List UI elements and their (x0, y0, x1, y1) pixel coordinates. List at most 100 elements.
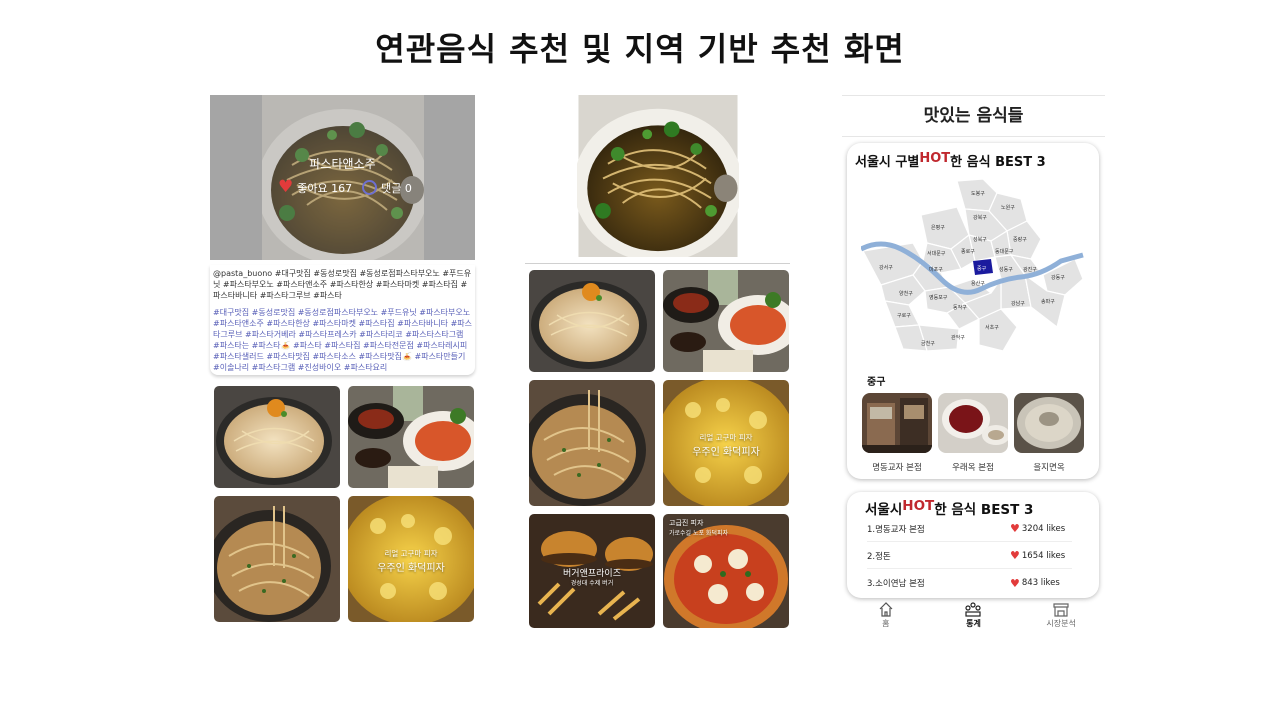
card-title: 서울시 구별 HOT 한 음식 BEST 3 (855, 151, 1046, 170)
seoul-district-map[interactable]: 도봉구 노원구 강북구 은평구 성북구 중랑구 종로구 서대문구 동대문구 마포… (861, 179, 1085, 351)
regional-recommendation-screen: 맛있는 음식들 서울시 구별 HOT 한 음식 BEST 3 도봉구 노원구 강… (842, 95, 1105, 635)
district-best-card: 서울시 구별 HOT 한 음식 BEST 3 도봉구 노원구 강북구 은평구 성… (847, 143, 1099, 479)
hot-label: HOT (919, 151, 951, 166)
heart-icon: ♥ (1010, 522, 1020, 535)
cream-pasta-photo (214, 386, 340, 488)
post-text-card: @pasta_buono #대구맛집 #동성로맛집 #동성로점파스타부오노 #푸… (210, 265, 475, 375)
map-label-yeongdeungpo: 영등포구 (929, 294, 948, 301)
nav-statistics[interactable]: 통계 (933, 601, 1013, 629)
likes-count: 좋아요 167 (297, 181, 353, 195)
post-detail-screen: 파스타앤소주 ♥ 좋아요 167 댓글 0 @pasta_buono #대구맛집… (210, 95, 475, 625)
map-label-mapo: 마포구 (929, 266, 943, 273)
pizza-tagline: 리얼 고구마 피자 (699, 433, 753, 442)
pasta-photo (577, 95, 739, 257)
card-title: 서울시 HOT 한 음식 BEST 3 (865, 498, 1034, 518)
shop-photo (938, 393, 1008, 453)
seoul-best-card: 서울시 HOT 한 음식 BEST 3 1.명동교자 본점 ♥ 3204 like… (847, 492, 1099, 598)
statistics-icon (965, 601, 982, 617)
related-food-tile[interactable] (529, 270, 655, 372)
map-label-gangseo: 강서구 (879, 264, 893, 271)
ranking-row[interactable]: 1.명동교자 본점 ♥ 3204 likes (867, 516, 1072, 542)
related-food-tile[interactable]: 리얼 고구마 피자 우주인 화덕피자 (663, 380, 789, 506)
ranking-row[interactable]: 2.정돈 ♥ 1654 likes (867, 543, 1072, 569)
heart-icon: ♥ (1010, 549, 1020, 562)
map-label-yangcheon: 양천구 (899, 290, 913, 297)
ranking-row[interactable]: 3.소이연남 본점 ♥ 843 likes (867, 570, 1072, 596)
shop-name: 을지면옥 (1033, 463, 1065, 473)
app-header: 맛있는 음식들 (842, 95, 1105, 137)
bottom-navigation: 홈 통계 시장분석 (842, 595, 1105, 635)
post-hero-image[interactable]: 파스타앤소주 ♥ 좋아요 167 댓글 0 (210, 95, 475, 260)
burger-tagline: 경성대 수제 버거 (570, 580, 614, 587)
related-food-tile[interactable] (214, 496, 340, 622)
hot-label: HOT (902, 498, 935, 514)
map-label-jongno: 종로구 (961, 249, 975, 255)
map-label-nowon: 노원구 (1001, 204, 1015, 211)
margherita-tagline: 가로수길 노포 화덕피자 (669, 530, 729, 537)
storefront-photo (862, 393, 932, 453)
divider (525, 263, 790, 264)
shop-name: 우래옥 본점 (952, 463, 994, 473)
map-label-jung: 중구 (977, 266, 987, 272)
nav-label: 통계 (966, 618, 981, 628)
naengmyeon-photo (1014, 393, 1084, 453)
ranking-likes: 843 likes (1021, 578, 1060, 588)
shop-photo (862, 393, 932, 453)
map-label-seocho: 서초구 (985, 324, 999, 331)
related-food-tile[interactable] (529, 380, 655, 506)
map-label-seongbuk: 성북구 (973, 236, 987, 243)
map-label-gwangjin: 광진구 (1023, 266, 1037, 273)
pizza-name: 우주인 화덕피자 (377, 563, 445, 574)
related-food-tile[interactable]: 리얼 고구마 피자 우주인 화덕피자 (348, 496, 474, 622)
map-label-dongjak: 동작구 (953, 304, 967, 311)
map-label-eunpyeong: 은평구 (931, 224, 945, 231)
selected-food-image[interactable] (577, 95, 739, 257)
slide-title: 연관음식 추천 및 지역 기반 추천 화면 (375, 30, 905, 68)
map-label-dobong: 도봉구 (971, 191, 985, 197)
margherita-name: 고급진 피자 (669, 519, 704, 527)
ranking-likes: 3204 likes (1021, 523, 1066, 534)
related-food-screen: 리얼 고구마 피자 우주인 화덕피자 버거앤프라이즈 경성대 수제 버거 고급진… (525, 95, 790, 630)
cream-pasta-photo (529, 270, 655, 372)
comment-icon[interactable] (362, 180, 378, 195)
shop-item[interactable]: 을지면옥 (1014, 393, 1084, 473)
map-label-dongdaemun: 동대문구 (995, 248, 1014, 255)
map-label-seodaemun: 서대문구 (927, 250, 946, 257)
map-label-gangbuk: 강북구 (973, 214, 987, 221)
related-food-grid: 리얼 고구마 피자 우주인 화덕피자 버거앤프라이즈 경성대 수제 버거 고급진… (529, 270, 789, 628)
map-label-gangnam: 강남구 (1011, 300, 1025, 307)
post-caption: @pasta_buono #대구맛집 #동성로맛집 #동성로점파스타부오노 #푸… (213, 269, 472, 300)
post-hashtags[interactable]: #대구맛집 #동성로맛집 #동성로점파스타부오노 #푸드유닛 #파스타부오노 #… (213, 307, 472, 373)
heart-icon[interactable]: ♥ (278, 179, 293, 196)
related-food-tile[interactable] (663, 270, 789, 372)
heart-icon: ♥ (1010, 576, 1020, 590)
nav-market-analysis[interactable]: 시장분석 (1021, 602, 1101, 629)
related-food-tile[interactable] (348, 386, 474, 488)
map-label-seongdong: 성동구 (999, 266, 1013, 273)
district-shop-list: 명동교자 본점 우래옥 본점 을지면옥 (862, 393, 1084, 473)
related-food-tile[interactable]: 버거앤프라이즈 경성대 수제 버거 (529, 514, 655, 628)
shop-photo (1014, 393, 1084, 453)
shop-item[interactable]: 우래옥 본점 (938, 393, 1008, 473)
related-food-tile[interactable]: 고급진 피자 가로수길 노포 화덕피자 (663, 514, 789, 628)
map-label-geumcheon: 금천구 (921, 340, 935, 347)
map-label-jungnang: 중랑구 (1013, 236, 1027, 243)
post-stats: ♥ 좋아요 167 댓글 0 (278, 179, 412, 196)
ranking-likes: 1654 likes (1021, 550, 1066, 561)
map-label-yongsan: 용산구 (971, 280, 985, 287)
comments-count: 댓글 0 (381, 181, 412, 195)
related-food-tile[interactable] (214, 386, 340, 488)
home-icon (879, 601, 893, 617)
ranking-name: 1.명동교자 본점 (867, 524, 925, 535)
map-label-songpa: 송파구 (1041, 298, 1055, 305)
tomato-pasta-photo (348, 386, 474, 488)
nav-label: 시장분석 (1046, 618, 1076, 628)
map-label-gwanak: 관악구 (951, 334, 965, 341)
nav-home[interactable]: 홈 (846, 601, 926, 629)
related-food-grid: 리얼 고구마 피자 우주인 화덕피자 (214, 386, 474, 622)
noodle-photo (214, 496, 340, 622)
sauce-dish-photo (938, 393, 1008, 453)
restaurant-name: 파스타앤소주 (309, 157, 376, 171)
pizza-name: 우주인 화덕피자 (692, 447, 760, 458)
shop-item[interactable]: 명동교자 본점 (862, 393, 932, 473)
